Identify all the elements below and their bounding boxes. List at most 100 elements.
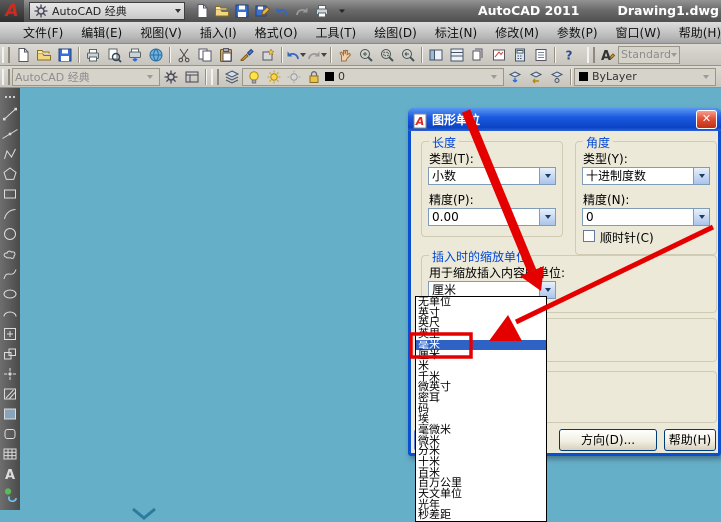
polygon-icon[interactable] — [2, 166, 18, 182]
ellipse-icon[interactable] — [2, 286, 18, 302]
unit-option-20[interactable]: 秒差距 — [416, 510, 546, 521]
menu-item-2[interactable]: 视图(V) — [131, 22, 191, 43]
menu-item-5[interactable]: 工具(T) — [307, 22, 366, 43]
menu-item-8[interactable]: 修改(M) — [486, 22, 548, 43]
workspace-settings-icon[interactable] — [160, 67, 181, 87]
save-file-icon[interactable] — [54, 45, 75, 65]
hatch-icon[interactable] — [2, 386, 18, 402]
lock-icon[interactable] — [305, 68, 323, 86]
help-icon[interactable]: ? — [558, 45, 579, 65]
save-file-icon[interactable] — [233, 2, 251, 20]
zoom-previous-icon[interactable] — [397, 45, 418, 65]
menu-down-icon[interactable] — [333, 2, 351, 20]
ellipse-arc-icon[interactable] — [2, 306, 18, 322]
pan-icon[interactable] — [334, 45, 355, 65]
menu-item-9[interactable]: 参数(P) — [548, 22, 607, 43]
chevron-down-icon[interactable] — [693, 209, 709, 225]
new-file-icon[interactable] — [12, 45, 33, 65]
direction-button[interactable]: 方向(D)... — [559, 429, 657, 451]
layer-properties-manager-icon[interactable] — [221, 67, 242, 87]
line-icon[interactable] — [2, 106, 18, 122]
block-editor-icon[interactable] — [257, 45, 278, 65]
toolbar-grip[interactable] — [2, 69, 10, 85]
revision-cloud-icon[interactable] — [2, 246, 18, 262]
save-as-icon[interactable] — [253, 2, 271, 20]
print-icon[interactable] — [82, 45, 103, 65]
help-button[interactable]: 帮助(H) — [664, 429, 716, 451]
arc-icon[interactable] — [2, 206, 18, 222]
text-style-icon[interactable]: A — [597, 45, 618, 65]
markup-set-manager-icon[interactable] — [488, 45, 509, 65]
point-icon[interactable] — [2, 366, 18, 382]
length-precision-combo[interactable]: 0.00 — [428, 208, 556, 226]
clockwise-checkbox[interactable] — [583, 230, 595, 242]
toolbar-grip[interactable] — [2, 47, 10, 63]
cut-icon[interactable] — [173, 45, 194, 65]
construction-line-icon[interactable] — [2, 126, 18, 142]
open-file-icon[interactable] — [213, 2, 231, 20]
toolbar-grip[interactable] — [587, 47, 595, 63]
sun-on-icon[interactable] — [265, 68, 283, 86]
zoom-window-icon[interactable] — [376, 45, 397, 65]
print-preview-icon[interactable] — [103, 45, 124, 65]
angle-precision-combo[interactable]: 0 — [582, 208, 710, 226]
region-icon[interactable] — [2, 426, 18, 442]
zoom-realtime-icon[interactable] — [355, 45, 376, 65]
object-color-combo[interactable]: ByLayer — [574, 68, 716, 86]
workspace-combo[interactable]: AutoCAD 经典 — [12, 68, 160, 86]
sheet-set-manager-icon[interactable] — [467, 45, 488, 65]
unit-option-10[interactable]: 码 — [416, 404, 546, 415]
make-layer-current-icon[interactable] — [504, 67, 525, 87]
menu-item-1[interactable]: 编辑(E) — [72, 22, 131, 43]
bulb-on-icon[interactable] — [245, 68, 263, 86]
workspace-quick-combo[interactable]: AutoCAD 经典 — [29, 2, 185, 20]
print-icon[interactable] — [313, 2, 331, 20]
sun-off-icon[interactable] — [285, 68, 303, 86]
gradient-icon[interactable] — [2, 406, 18, 422]
rectangle-icon[interactable] — [2, 186, 18, 202]
text-style-combo[interactable]: Standard — [618, 46, 680, 64]
menu-item-7[interactable]: 标注(N) — [426, 22, 486, 43]
menu-item-6[interactable]: 绘图(D) — [365, 22, 426, 43]
autocad-logo-icon[interactable]: A — [0, 0, 24, 22]
menu-item-10[interactable]: 窗口(W) — [607, 22, 670, 43]
polyline-icon[interactable] — [2, 146, 18, 162]
publish-web-icon[interactable] — [145, 45, 166, 65]
chevron-down-icon[interactable] — [539, 168, 555, 184]
multiline-text-icon[interactable]: A — [2, 466, 18, 482]
menu-item-0[interactable]: 文件(F) — [14, 22, 72, 43]
menu-item-3[interactable]: 插入(I) — [191, 22, 246, 43]
match-properties-icon[interactable] — [236, 45, 257, 65]
unit-option-9[interactable]: 密耳 — [416, 393, 546, 404]
dialog-titlebar[interactable]: A 图形单位 ✕ — [408, 108, 721, 131]
toolbar-grip[interactable] — [211, 69, 219, 85]
copy-icon[interactable] — [194, 45, 215, 65]
new-file-icon[interactable] — [193, 2, 211, 20]
paste-icon[interactable] — [215, 45, 236, 65]
quick-calc-icon[interactable] — [509, 45, 530, 65]
chevron-down-icon[interactable] — [693, 168, 709, 184]
spline-icon[interactable] — [2, 266, 18, 282]
menu-item-11[interactable]: 帮助(H) — [670, 22, 721, 43]
make-block-icon[interactable] — [2, 346, 18, 362]
layer-states-icon[interactable] — [546, 67, 567, 87]
close-icon[interactable]: ✕ — [696, 110, 717, 129]
chevron-down-icon[interactable] — [539, 209, 555, 225]
workspace-frame-icon[interactable] — [181, 67, 202, 87]
angle-type-combo[interactable]: 十进制度数 — [582, 167, 710, 185]
menu-item-4[interactable]: 格式(O) — [246, 22, 307, 43]
properties-icon[interactable] — [530, 45, 551, 65]
redo-icon[interactable] — [306, 45, 327, 65]
design-center-icon[interactable] — [425, 45, 446, 65]
open-file-icon[interactable] — [33, 45, 54, 65]
table-icon[interactable] — [2, 446, 18, 462]
insert-block-icon[interactable] — [2, 326, 18, 342]
chevron-down-icon[interactable] — [321, 53, 327, 57]
length-type-combo[interactable]: 小数 — [428, 167, 556, 185]
layer-combo[interactable]: 0 — [242, 68, 504, 86]
tool-palettes-icon[interactable] — [446, 45, 467, 65]
undo-icon[interactable] — [273, 2, 291, 20]
undo-icon[interactable] — [285, 45, 306, 65]
helix-icon[interactable] — [2, 486, 18, 502]
unit-option-5[interactable]: 厘米 — [416, 350, 546, 361]
